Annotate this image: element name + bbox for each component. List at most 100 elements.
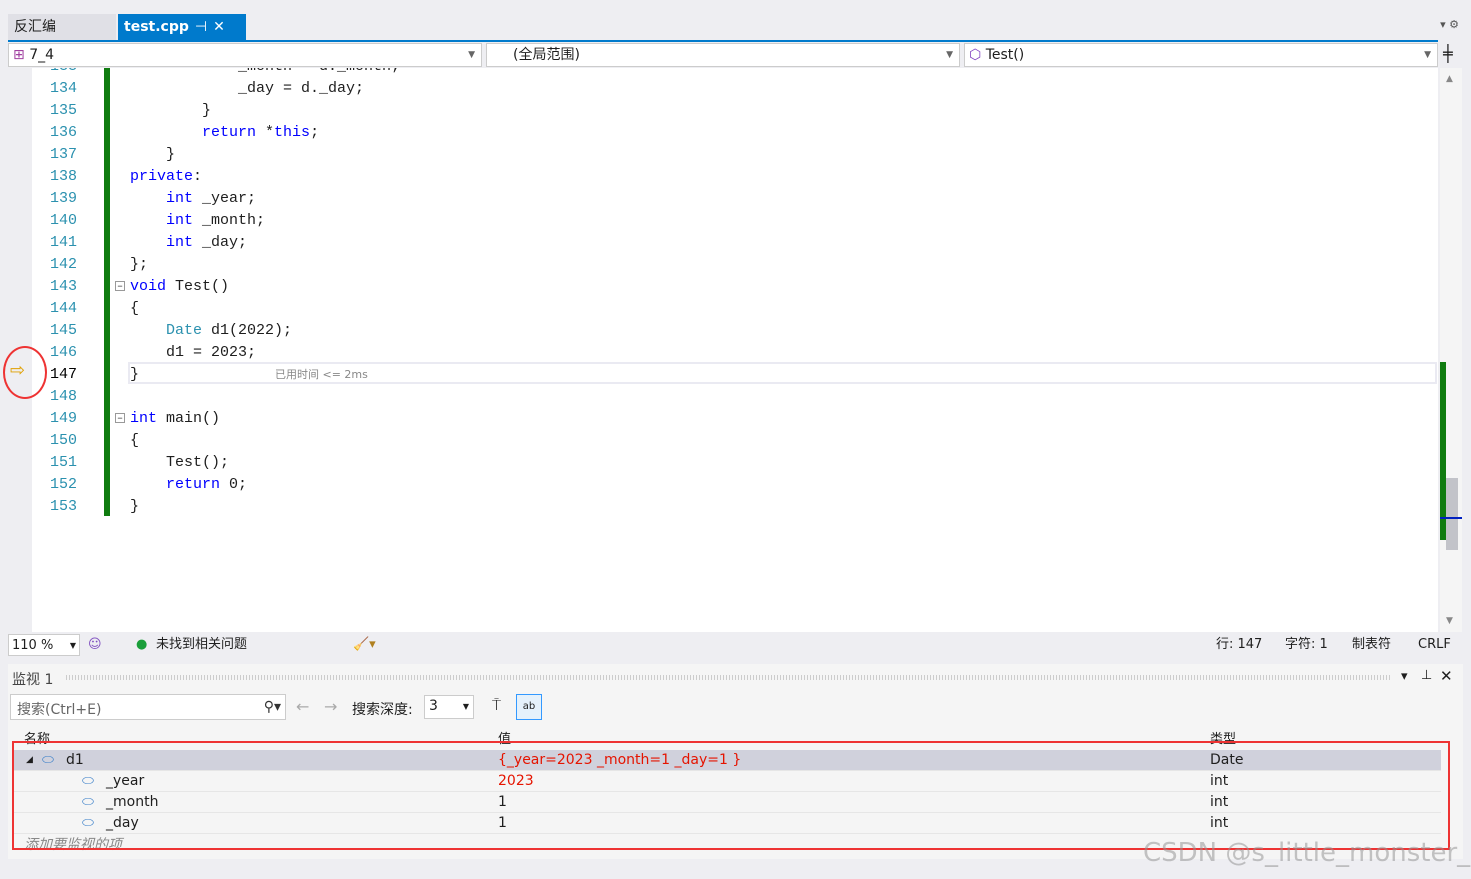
scroll-down-icon[interactable]: ▼ (1446, 616, 1453, 626)
code-text: private: (130, 166, 202, 188)
char-indicator[interactable]: 字符: 1 (1285, 634, 1328, 656)
code-text: } (130, 100, 211, 122)
pin-icon[interactable]: ⊣ (195, 19, 207, 35)
code-text: void Test() (130, 276, 229, 298)
code-line[interactable]: 136 return *this; (8, 122, 1438, 144)
code-token: _month; (193, 212, 266, 229)
elapsed-time-hint[interactable]: 已用时间 <= 2ms (275, 364, 368, 386)
code-line[interactable]: 153} (8, 496, 1438, 518)
code-token: Test() (166, 278, 230, 295)
project-dropdown[interactable]: ⊞ 7_4 ▼ (8, 43, 482, 67)
code-line[interactable]: 138 private: (8, 166, 1438, 188)
back-arrow-icon[interactable]: ← (296, 697, 309, 716)
code-line[interactable]: 145 Date d1(2022); (8, 320, 1438, 342)
code-line[interactable]: 152 return 0; (8, 474, 1438, 496)
code-token: main() (157, 410, 221, 427)
tab-label: test.cpp (124, 19, 189, 35)
code-line[interactable]: 151 Test(); (8, 452, 1438, 474)
code-text: int main() (130, 408, 220, 430)
code-token: int (166, 190, 194, 207)
close-icon[interactable]: ✕ (1440, 667, 1453, 685)
settings-icon[interactable]: ▾ ⚙ (1440, 18, 1459, 31)
line-number: 152 (49, 476, 77, 493)
search-icon[interactable]: ⚲▾ (264, 699, 281, 715)
line-number: 149 (49, 410, 77, 427)
scroll-up-icon[interactable]: ▲ (1446, 74, 1453, 84)
depth-dropdown[interactable]: 3 ▼ (424, 695, 474, 719)
code-line[interactable]: 139 int _year; (8, 188, 1438, 210)
line-number: 151 (49, 454, 77, 471)
scroll-thumb[interactable] (1446, 478, 1458, 550)
cleanup-brush-icon[interactable]: 🧹▾ (353, 634, 376, 656)
tab-underline (8, 40, 1438, 42)
code-editor[interactable]: ⇨ 133 _month = d._month;134 _day = d._da… (8, 68, 1438, 632)
code-text: int _year; (130, 188, 256, 210)
line-number: 142 (49, 256, 77, 273)
code-line[interactable]: 142}; (8, 254, 1438, 276)
collapse-toggle-icon[interactable]: − (115, 281, 125, 291)
code-text: return 0; (130, 474, 247, 496)
member-dropdown[interactable]: ⬡ Test() ▼ (964, 43, 1438, 67)
pin-watch-icon[interactable]: ⍑ (492, 696, 501, 714)
code-line[interactable]: 143 void Test() − (8, 276, 1438, 298)
code-line[interactable]: 150 { (8, 430, 1438, 452)
hex-display-toggle-icon[interactable]: ab (516, 694, 542, 720)
tab-disassembly[interactable]: 反汇编 (8, 14, 116, 40)
scroll-caret-marker (1440, 517, 1462, 519)
split-icon[interactable]: ╪ (1443, 44, 1453, 63)
code-line[interactable]: 148 (8, 386, 1438, 408)
code-token: int (166, 234, 194, 251)
code-token: } (130, 366, 140, 383)
eol-indicator[interactable]: CRLF (1418, 634, 1451, 656)
code-token: * (256, 124, 275, 141)
code-text: { (130, 298, 139, 320)
code-text: Test(); (130, 452, 229, 474)
code-token: return (166, 476, 221, 493)
tab-test-cpp[interactable]: test.cpp ⊣ ✕ (118, 14, 246, 40)
line-indicator[interactable]: 行: 147 (1216, 634, 1262, 656)
code-line[interactable]: 149 int main() − (8, 408, 1438, 430)
code-token: ; (310, 124, 320, 141)
code-token: Test(); (130, 454, 230, 471)
code-text: } (130, 144, 175, 166)
code-token: 0; (220, 476, 248, 493)
code-token: return (202, 124, 257, 141)
code-token: } (130, 498, 140, 515)
tabs-indicator[interactable]: 制表符 (1352, 634, 1391, 656)
code-line[interactable]: 133 _month = d._month; (8, 68, 1438, 78)
chevron-down-icon: ▼ (946, 50, 953, 60)
line-number: 141 (49, 234, 77, 251)
scope-dropdown[interactable]: (全局范围) ▼ (486, 43, 960, 67)
line-number: 139 (49, 190, 77, 207)
forward-arrow-icon[interactable]: → (324, 697, 337, 716)
vertical-scrollbar[interactable]: ▲ ▼ (1440, 68, 1462, 632)
code-line[interactable]: 141 int _day; (8, 232, 1438, 254)
panel-menu-icon[interactable]: ▾ (1401, 669, 1408, 684)
line-number: 134 (49, 80, 77, 97)
zoom-dropdown[interactable]: 110 % ▼ (8, 634, 80, 656)
code-line[interactable]: 137 } (8, 144, 1438, 166)
code-line[interactable]: 144 { (8, 298, 1438, 320)
watch-search-input[interactable]: 搜索(Ctrl+E) ⚲▾ (10, 694, 286, 720)
code-token: { (130, 300, 140, 317)
intellicode-icon[interactable]: ☺ (88, 634, 102, 656)
code-line[interactable]: 134 _day = d._day; (8, 78, 1438, 100)
member-label: Test() (985, 47, 1025, 63)
code-line[interactable]: 135 } (8, 100, 1438, 122)
code-text: } (130, 496, 139, 518)
panel-grip[interactable] (66, 675, 1391, 680)
issues-status[interactable]: 未找到相关问题 (156, 634, 247, 656)
code-line[interactable]: 146 d1 = 2023; (8, 342, 1438, 364)
annotation-rectangle (12, 741, 1450, 850)
code-line[interactable]: 140 int _month; (8, 210, 1438, 232)
code-line[interactable]: 147} 已用时间 <= 2ms (8, 364, 1438, 386)
code-token: } (130, 102, 212, 119)
collapse-toggle-icon[interactable]: − (115, 413, 125, 423)
code-text: int _month; (130, 210, 265, 232)
code-token: int (166, 212, 194, 229)
code-token: this (274, 124, 311, 141)
close-icon[interactable]: ✕ (213, 19, 225, 35)
pin-icon[interactable]: ⊥ (1421, 668, 1432, 683)
code-text: d1 = 2023; (130, 342, 256, 364)
